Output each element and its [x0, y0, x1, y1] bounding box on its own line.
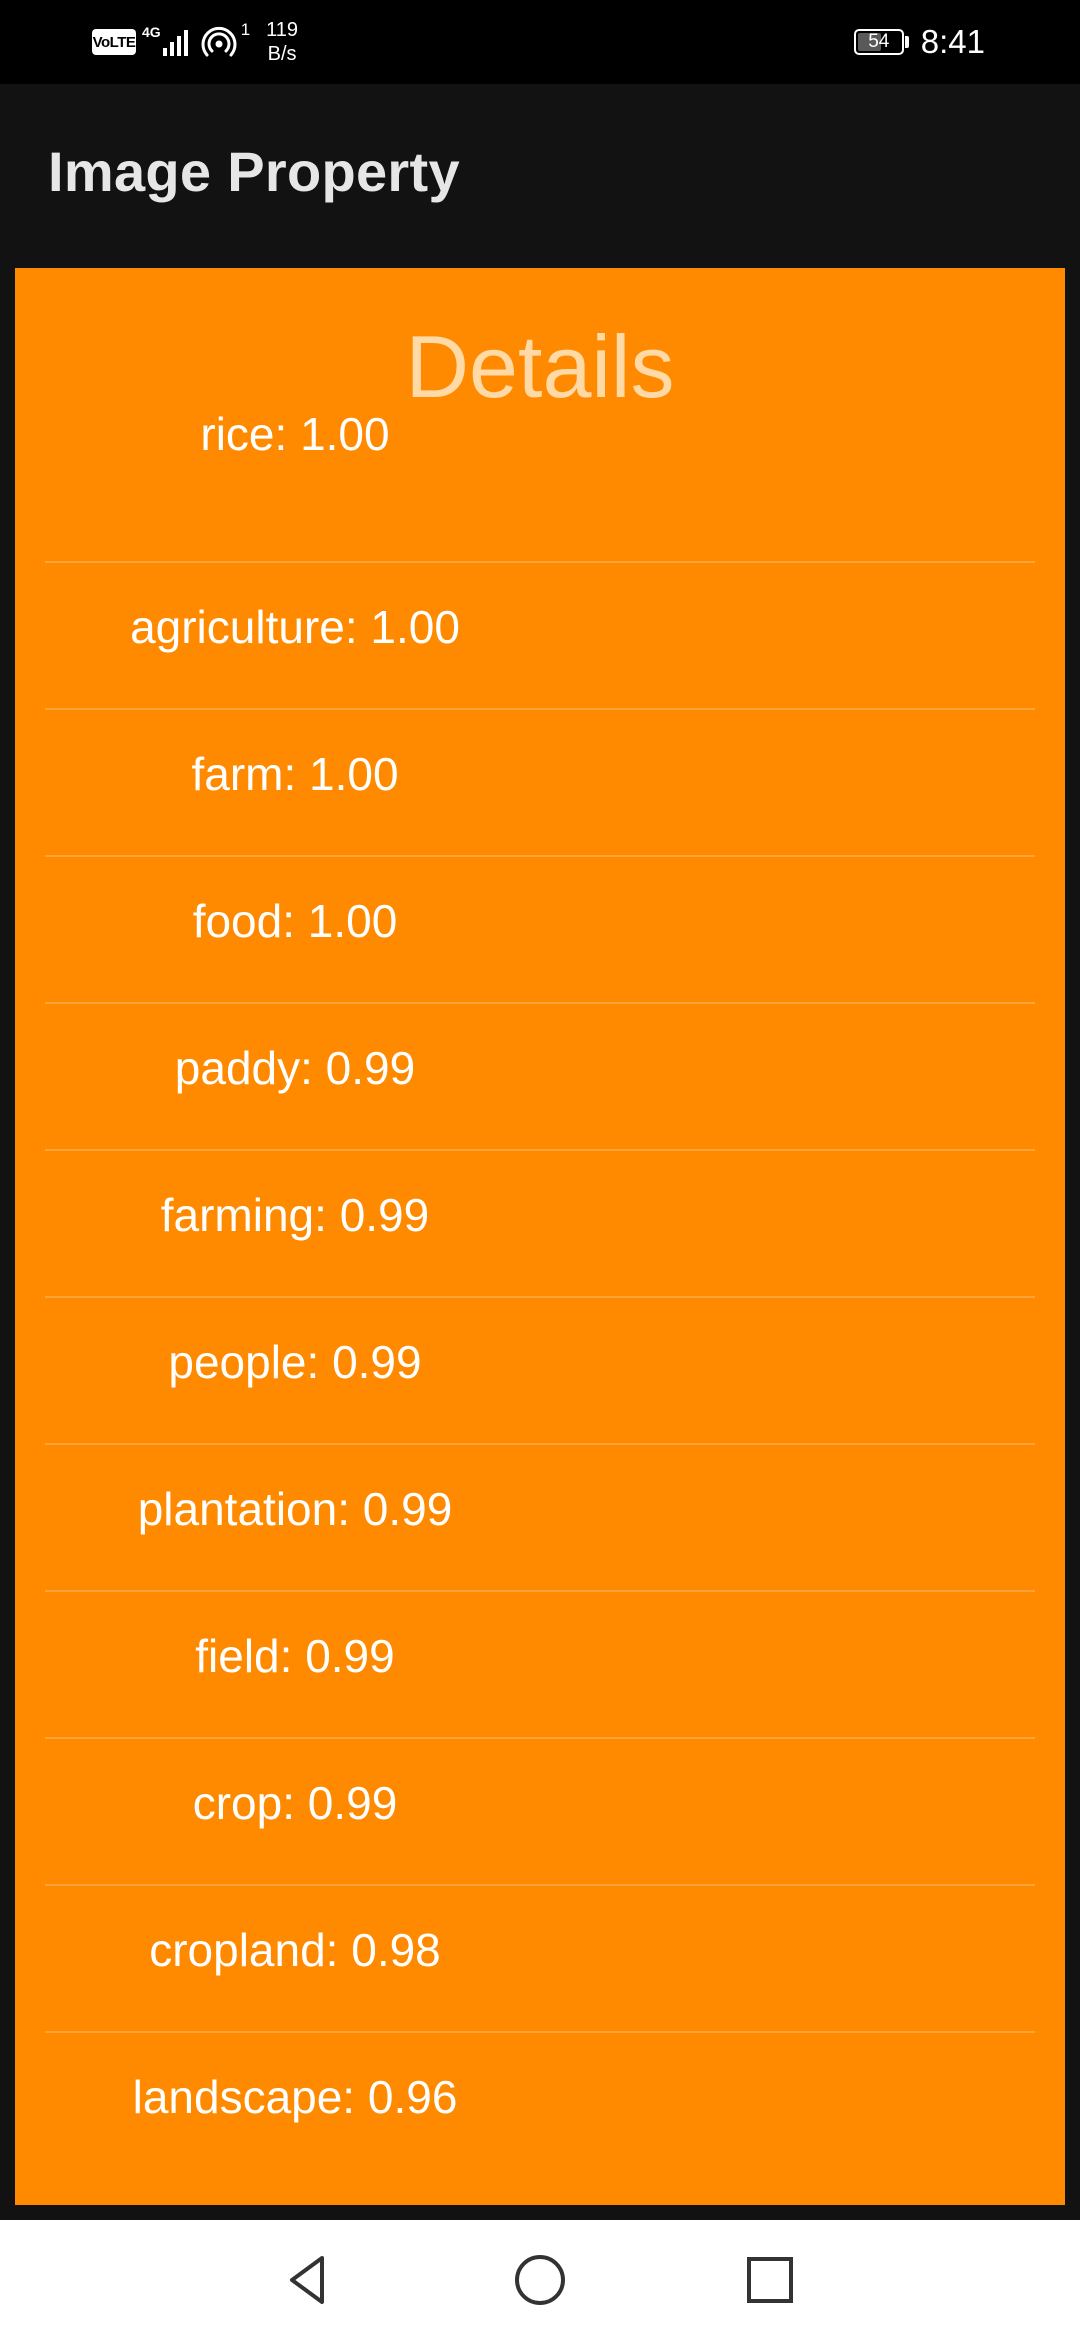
list-item: farm: 1.00 [45, 709, 1035, 857]
network-speed-value: 119 [266, 19, 299, 41]
status-right: 54 8:41 [853, 14, 985, 70]
clock: 8:41 [920, 23, 985, 60]
details-title: Details [405, 317, 675, 416]
list-item: people: 0.99 [45, 1297, 1035, 1445]
list-item: rice: 1.00 [45, 411, 1035, 563]
list-item: farming: 0.99 [45, 1150, 1035, 1298]
list-item-label: paddy: 0.99 [174, 1042, 416, 1094]
list-item: food: 1.00 [45, 856, 1035, 1004]
list-item: paddy: 0.99 [45, 1003, 1035, 1151]
status-bar: VoLTE 4G 1 119 B/s 54 8:41 [0, 0, 1080, 84]
details-list: rice: 1.00 agriculture: 1.00 farm: 1.00 foo… [45, 411, 1035, 2179]
navigation-bar [0, 2220, 1080, 2340]
list-item-label: food: 1.00 [192, 895, 398, 947]
list-item-label: plantation: 0.99 [137, 1483, 453, 1535]
details-card: Details rice: 1.00 agriculture: 1.00 farm:… [15, 268, 1065, 2205]
volte-icon: VoLTE [92, 29, 136, 55]
signal-strength-icon [162, 28, 191, 56]
list-item: plantation: 0.99 [45, 1444, 1035, 1592]
list-item: cropland: 0.98 [45, 1885, 1035, 2033]
network-speed-unit: B/s [267, 43, 297, 65]
list-item-label: rice: 1.00 [200, 408, 390, 460]
network-speed: 119 B/s [266, 18, 298, 66]
list-item-label: cropland: 0.98 [149, 1924, 441, 1976]
list-item-label: agriculture: 1.00 [130, 601, 460, 653]
list-item-label: farm: 1.00 [191, 748, 399, 800]
app-bar: Image Property [0, 84, 1080, 268]
battery-icon: 54 [853, 29, 904, 55]
status-left: VoLTE 4G 1 119 B/s [92, 14, 298, 70]
list-item: crop: 0.99 [45, 1738, 1035, 1886]
list-item-label: farming: 0.99 [160, 1189, 430, 1241]
screen: VoLTE 4G 1 119 B/s 54 8:41 Image Propert… [0, 0, 1080, 2340]
list-item-label: field: 0.99 [195, 1630, 395, 1682]
battery-level: 54 [868, 31, 890, 52]
recents-icon[interactable] [740, 2250, 800, 2310]
list-item-label: people: 0.99 [168, 1336, 422, 1388]
list-item-label: crop: 0.99 [192, 1777, 398, 1829]
battery-tip [904, 36, 909, 48]
hotspot-count: 1 [240, 20, 251, 39]
list-item: agriculture: 1.00 [45, 562, 1035, 710]
network-type-label: 4G [142, 24, 161, 40]
list-item-label: landscape: 0.96 [132, 2071, 458, 2123]
page-title: Image Property [48, 140, 460, 203]
hotspot-icon [201, 26, 237, 57]
list-item: field: 0.99 [45, 1591, 1035, 1739]
list-item: landscape: 0.96 [45, 2032, 1035, 2179]
back-icon[interactable] [278, 2250, 338, 2310]
home-icon[interactable] [510, 2250, 570, 2310]
